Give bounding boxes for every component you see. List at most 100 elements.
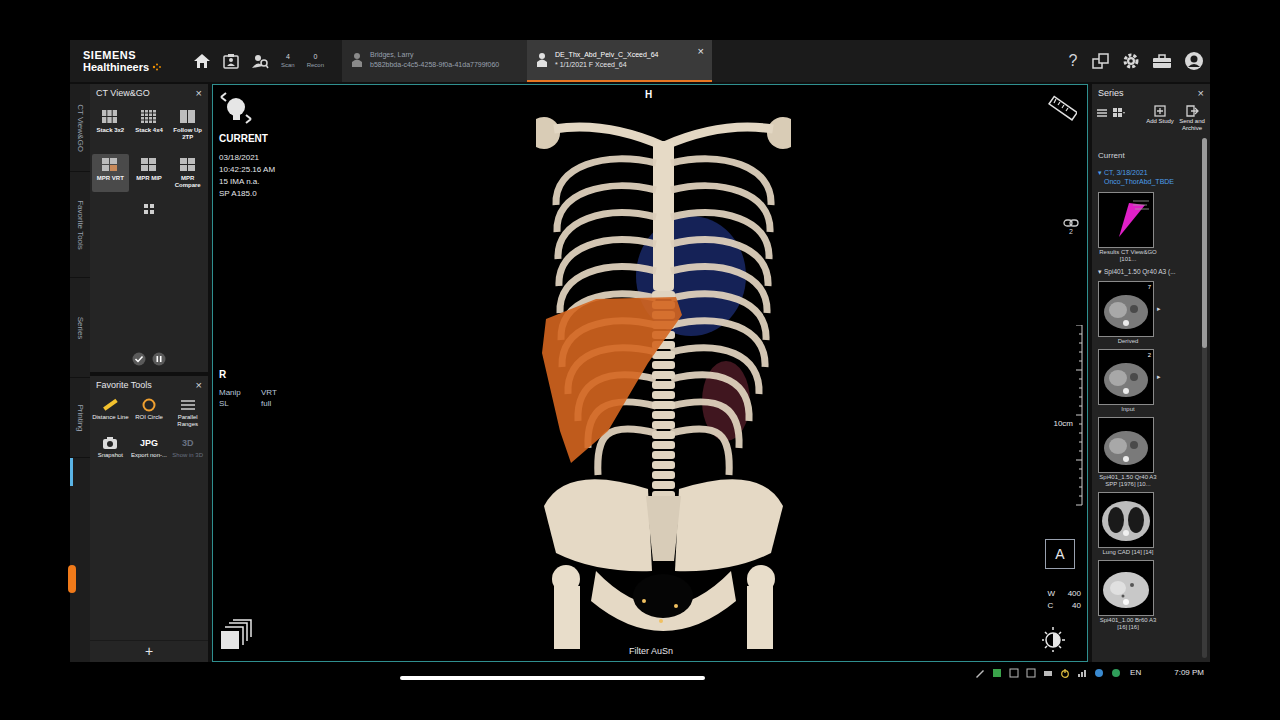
tab-close-button[interactable]: × [698, 43, 704, 60]
series-expand-button[interactable]: ▸ [1157, 372, 1161, 383]
layout-label: MPR Compare [169, 175, 206, 189]
patient-tab[interactable]: DE_Thx_Abd_Pelv_C_Xceed_64* 1/1/2021 F X… [527, 40, 712, 82]
side-tab[interactable]: CT View&GO [70, 84, 90, 172]
group-expander[interactable]: ▾ [1098, 267, 1102, 277]
status-green-icon[interactable] [992, 668, 1002, 678]
layout-button[interactable]: MPR Compare [169, 154, 206, 192]
side-tab[interactable]: Series [70, 278, 90, 378]
tab-text: Bridges, Larryb582bbda-c4c5-4258-9f0a-41… [370, 50, 519, 70]
job-counter[interactable]: 4Scan [281, 52, 295, 70]
grid-view-icon[interactable] [1112, 107, 1126, 119]
status-icon[interactable] [1111, 668, 1121, 678]
image-viewport[interactable]: CURRENT03/18/202110:42:25.16 AM15 IMA n.… [212, 84, 1088, 662]
series-item[interactable]: Spi401_1.00 Br60 A3 [16] [16] [1098, 560, 1202, 631]
tool-button[interactable]: Snapshot [92, 436, 129, 459]
series-thumbnail-image [1099, 493, 1153, 547]
layout-label: Stack 4x4 [135, 127, 163, 134]
side-tab-indicator [70, 458, 73, 486]
series-label: Derived [1098, 338, 1158, 345]
patient-tab[interactable]: Bridges, Larryb582bbda-c4c5-4258-9f0a-41… [342, 40, 527, 82]
result-series[interactable]: Results CT View&GO [101... [1098, 192, 1202, 263]
patient-list-icon[interactable] [222, 53, 240, 69]
logo-subtitle: Healthineers [83, 61, 149, 73]
series-expand-button[interactable]: ▸ [1157, 304, 1161, 315]
tool-label: Show in 3D [172, 452, 203, 459]
panel-close-button[interactable]: × [196, 377, 202, 394]
series-group[interactable]: ▾Spi401_1.50 Qr40 A3 (... [1098, 267, 1202, 277]
home-icon[interactable] [193, 53, 211, 69]
series-thumbnail[interactable]: 2 [1098, 349, 1154, 405]
series-label: Spi401_1.50 Qr40 A3 SPP [1976] [10... [1098, 474, 1158, 488]
bottom-spacer [0, 662, 400, 720]
panel-header: Series× [1092, 84, 1210, 100]
series-item[interactable]: Spi401_1.50 Qr40 A3 SPP [1976] [10... [1098, 417, 1202, 488]
stack-icon[interactable] [219, 619, 253, 653]
user-avatar-icon[interactable] [1184, 51, 1204, 71]
series-item[interactable]: 2▸Input [1098, 349, 1202, 413]
add-tool-button[interactable]: + [145, 641, 153, 662]
globe-icon[interactable] [1094, 668, 1104, 678]
pause-icon[interactable] [152, 352, 166, 366]
head-orientation-icon[interactable] [219, 91, 253, 125]
patient-search-icon[interactable] [251, 53, 269, 69]
network-icon[interactable] [1077, 668, 1087, 678]
layout-icon [179, 109, 197, 125]
tool-button[interactable]: Distance Line [92, 398, 129, 428]
study-entry[interactable]: ▾CT, 3/18/2021Onco_ThorAbd_TBDE [1098, 168, 1202, 186]
side-handle[interactable] [68, 565, 76, 593]
tool-button[interactable]: ROI Circle [131, 398, 168, 428]
contrast-icon[interactable] [1039, 625, 1067, 653]
layout-button[interactable]: Stack 3x2 [92, 106, 129, 144]
series-scrollbar[interactable] [1202, 138, 1207, 658]
ruler-tool-icon[interactable] [1047, 93, 1077, 123]
grid-icon[interactable] [144, 204, 154, 214]
right-margin [1210, 40, 1280, 662]
scrollbar-thumb[interactable] [1202, 138, 1207, 348]
tool-label: Snapshot [98, 452, 123, 459]
panel-close-button[interactable]: × [196, 85, 202, 102]
power-icon[interactable] [1060, 668, 1070, 678]
panel-close-button[interactable]: × [1198, 85, 1204, 102]
layout-button[interactable]: MPR VRT [92, 154, 129, 192]
job-counter[interactable]: 0Recon [307, 52, 324, 70]
series-item[interactable]: Lung CAD [14] [14] [1098, 492, 1202, 556]
layout-button[interactable]: Stack 4x4 [131, 106, 168, 144]
windows-icon[interactable] [1092, 53, 1110, 69]
series-item[interactable]: 7▸ Derived [1098, 281, 1202, 345]
layout-button[interactable]: MPR MIP [131, 154, 168, 192]
view-go-panel: CT View&GO×Stack 3x2Stack 4x4Follow Up 2… [90, 84, 208, 372]
layout-button[interactable]: Follow Up 2TP [169, 106, 206, 144]
language-indicator[interactable]: EN [1130, 667, 1141, 679]
series-thumbnail[interactable]: 7 [1098, 281, 1154, 337]
window-icon[interactable] [1009, 668, 1019, 678]
orientation-cube[interactable]: A [1045, 539, 1075, 569]
side-tab[interactable]: Printing [70, 378, 90, 458]
toolbox-icon[interactable] [1152, 53, 1172, 69]
check-icon[interactable] [132, 352, 146, 366]
series-label: Spi401_1.00 Br60 A3 [16] [16] [1098, 617, 1158, 631]
link-icon [1063, 219, 1079, 227]
left-margin [0, 40, 70, 662]
gear-icon[interactable] [1122, 52, 1140, 70]
link-indicator[interactable]: 2 [1063, 219, 1079, 238]
app-body: CT View&GOFavorite ToolsSeriesPrintingCT… [70, 82, 1210, 662]
home-indicator[interactable] [400, 676, 705, 680]
series-item-row [1098, 560, 1154, 616]
help-button[interactable]: ? [1066, 49, 1080, 73]
series-thumbnail[interactable] [1098, 417, 1154, 473]
layout-icon [101, 157, 119, 173]
tool-button[interactable]: JPGExport non-... [131, 436, 168, 459]
series-thumbnail[interactable] [1098, 192, 1154, 248]
side-tab[interactable]: Favorite Tools [70, 172, 90, 278]
series-thumbnail[interactable] [1098, 560, 1154, 616]
side-tab-label: Printing [74, 404, 86, 431]
tool-button[interactable]: Parallel Ranges [169, 398, 206, 428]
printer-icon[interactable] [1043, 668, 1053, 678]
series-thumbnail[interactable] [1098, 492, 1154, 548]
series-action-button[interactable]: Add Study [1146, 104, 1174, 125]
pen-icon[interactable] [975, 668, 985, 678]
list-view-icon[interactable] [1096, 107, 1108, 119]
study-expander[interactable]: ▾ [1098, 168, 1102, 186]
window-icon[interactable] [1026, 668, 1036, 678]
series-action-button[interactable]: Send and Archive [1178, 104, 1206, 132]
